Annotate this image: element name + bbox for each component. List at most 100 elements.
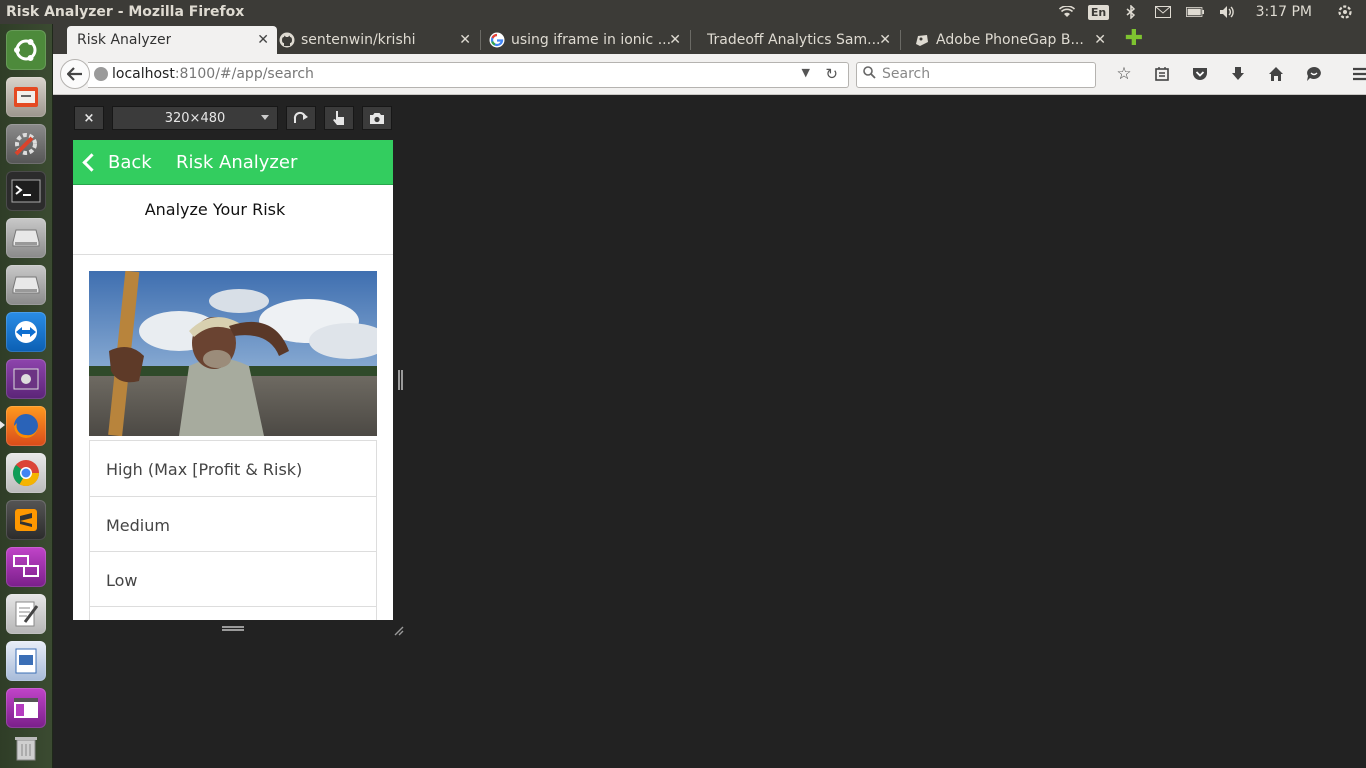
text-editor-icon[interactable] — [6, 594, 46, 634]
app-back-label: Back — [108, 152, 152, 173]
url-bar[interactable]: localhost:8100/#/app/search ▼ ↻ — [88, 62, 849, 88]
chevron-down-icon — [261, 115, 269, 120]
rdm-size-label: 320×480 — [164, 110, 226, 126]
tab-label: using iframe in ionic ... — [511, 32, 672, 48]
search-icon — [863, 66, 876, 83]
rdm-size-selector[interactable]: 320×480 — [112, 106, 278, 130]
chevron-left-icon — [82, 153, 101, 172]
drive-icon[interactable] — [6, 218, 46, 258]
power-gear-icon[interactable] — [1336, 4, 1354, 20]
tab-risk-analyzer[interactable]: Risk Analyzer ✕ — [67, 26, 277, 54]
home-icon[interactable] — [1257, 63, 1295, 85]
page-title: Analyze Your Risk — [144, 200, 286, 219]
app-window-icon[interactable] — [6, 688, 46, 728]
list-item[interactable]: Medium — [89, 497, 377, 552]
viewport-resize-handle-corner[interactable] — [394, 621, 404, 636]
keyboard-layout-label: En — [1087, 4, 1110, 20]
wifi-icon[interactable] — [1058, 4, 1076, 20]
bookmark-star-icon[interactable]: ☆ — [1105, 63, 1143, 85]
page-subheader: Analyze Your Risk — [73, 185, 393, 255]
github-icon — [279, 32, 295, 48]
device-viewport: Back Risk Analyzer Analyze Your Risk Hig… — [73, 140, 393, 620]
list-item[interactable]: Low — [89, 552, 377, 607]
tab-label: sentenwin/krishi — [301, 32, 416, 48]
volume-icon[interactable] — [1218, 4, 1236, 20]
search-input[interactable]: Search — [856, 62, 1096, 88]
mail-icon[interactable] — [1154, 4, 1172, 20]
search-placeholder: Search — [882, 66, 931, 82]
tab-sentenwin-krishi[interactable]: sentenwin/krishi ✕ — [279, 26, 481, 54]
sublime-text-icon[interactable] — [6, 500, 46, 540]
terminal-icon[interactable] — [6, 171, 46, 211]
pocket-icon[interactable] — [1181, 63, 1219, 85]
tab-using-iframe-in-ionic[interactable]: using iframe in ionic ... ✕ — [489, 26, 691, 54]
ubuntu-dash-icon[interactable] — [6, 30, 46, 70]
url-text[interactable]: localhost:8100/#/app/search — [112, 66, 314, 82]
launcher — [0, 24, 53, 768]
downloads-icon[interactable] — [1219, 63, 1257, 85]
tab-adobe-phonegap[interactable]: Adobe PhoneGap B... ✕ — [914, 26, 1114, 54]
camera-icon — [370, 112, 384, 124]
rdm-screenshot-button[interactable] — [362, 106, 392, 130]
list-item[interactable]: High (Max [Profit & Risk) — [89, 440, 377, 497]
clock[interactable]: 3:17 PM — [1256, 4, 1312, 20]
libreoffice-impress-icon[interactable] — [6, 641, 46, 681]
tab-label: Adobe PhoneGap B... — [936, 32, 1084, 48]
navigation-toolbar: localhost:8100/#/app/search ▼ ↻ Search ☆ — [53, 54, 1366, 95]
list-item-label: Medium — [106, 516, 170, 535]
rdm-rotate-button[interactable] — [286, 106, 316, 130]
risk-options-list: High (Max [Profit & Risk) Medium Low — [89, 440, 377, 620]
close-tab-icon[interactable]: ✕ — [669, 32, 681, 48]
trash-icon[interactable] — [6, 728, 46, 768]
bookmarks-menu-icon[interactable] — [1143, 63, 1181, 85]
viewport-resize-handle-right[interactable] — [398, 370, 403, 390]
farmer-photo — [89, 271, 377, 436]
media-app-icon[interactable] — [6, 359, 46, 399]
drive-2-icon[interactable] — [6, 265, 46, 305]
url-path: :8100/#/app/search — [174, 66, 314, 82]
close-tab-icon[interactable]: ✕ — [257, 32, 269, 48]
app-back-button[interactable]: Back — [81, 152, 152, 173]
reload-icon[interactable]: ↻ — [825, 65, 838, 83]
touch-pointer-icon — [333, 111, 344, 125]
list-item[interactable] — [89, 607, 377, 620]
back-button[interactable] — [60, 59, 90, 89]
system-top-bar: Risk Analyzer - Mozilla Firefox En 3:17 … — [0, 0, 1366, 24]
battery-icon[interactable] — [1185, 4, 1204, 20]
toolbar-icons: ☆ — [1105, 63, 1366, 85]
google-icon — [489, 32, 505, 48]
tab-bar: Risk Analyzer ✕ sentenwin/krishi ✕ using… — [53, 24, 1366, 54]
teamviewer-icon[interactable] — [6, 312, 46, 352]
system-settings-icon[interactable] — [6, 124, 46, 164]
firefox-icon[interactable] — [6, 406, 46, 446]
close-tab-icon[interactable]: ✕ — [1094, 32, 1106, 48]
list-item-label: High (Max [Profit & Risk) — [106, 460, 303, 479]
system-tray: En 3:17 PM — [1058, 0, 1366, 24]
tab-separator — [900, 30, 901, 50]
chrome-icon[interactable] — [6, 453, 46, 493]
rotate-icon — [293, 111, 308, 123]
tab-tradeoff-analytics[interactable]: Tradeoff Analytics Sam... ✕ — [699, 26, 901, 54]
hello-chat-icon[interactable] — [1295, 63, 1333, 85]
bluetooth-icon[interactable] — [1122, 4, 1140, 20]
files-icon[interactable] — [6, 77, 46, 117]
list-item-label: Low — [106, 571, 138, 590]
app-header-bar: Back Risk Analyzer — [73, 140, 393, 185]
new-tab-button[interactable]: ✚ — [1124, 28, 1144, 50]
keyboard-layout-indicator[interactable]: En — [1087, 4, 1110, 20]
tab-separator — [480, 30, 481, 50]
rdm-close-button[interactable]: × — [74, 106, 104, 130]
phonegap-icon — [914, 32, 930, 48]
active-app-indicator — [0, 421, 5, 429]
hamburger-menu-icon[interactable] — [1341, 63, 1366, 85]
url-history-dropdown-icon[interactable]: ▼ — [802, 66, 810, 79]
site-identity-icon[interactable] — [94, 67, 108, 81]
close-tab-icon[interactable]: ✕ — [879, 32, 891, 48]
tab-label: Risk Analyzer — [77, 32, 172, 48]
app-header-title: Risk Analyzer — [176, 152, 298, 173]
viewport-resize-handle-bottom[interactable] — [222, 626, 244, 631]
close-tab-icon[interactable]: ✕ — [459, 32, 471, 48]
remote-desktop-icon[interactable] — [6, 547, 46, 587]
window-title: Risk Analyzer - Mozilla Firefox — [6, 4, 245, 20]
rdm-touch-button[interactable] — [324, 106, 354, 130]
